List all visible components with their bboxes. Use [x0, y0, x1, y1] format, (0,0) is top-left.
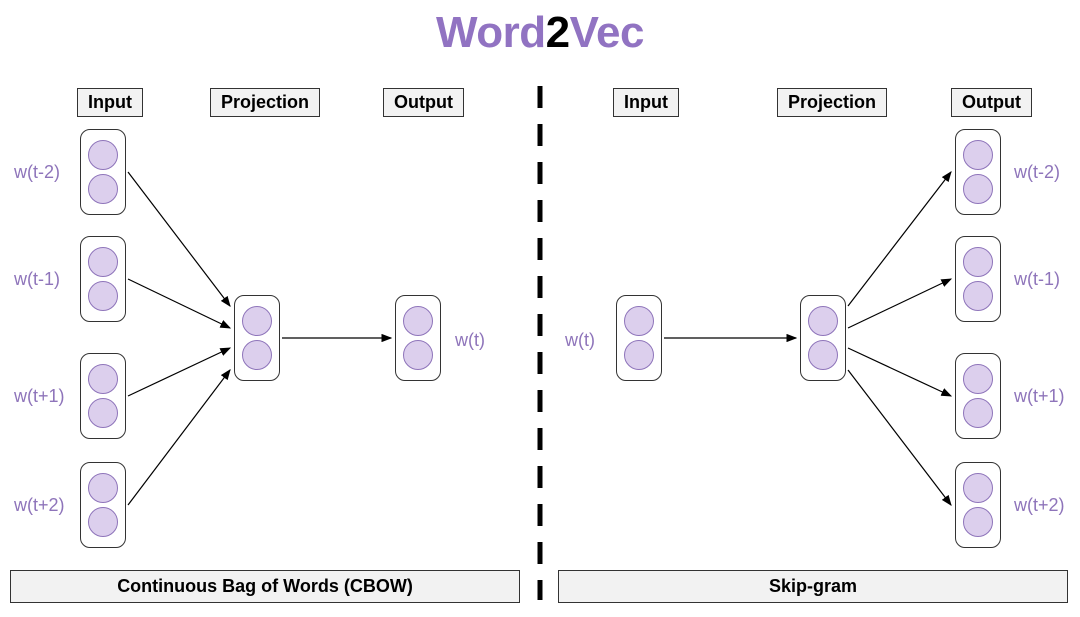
- neuron-icon: [963, 473, 993, 503]
- title-part-1: Word: [436, 8, 546, 57]
- title-part-3: Vec: [570, 8, 644, 57]
- skipgram-input-node: [616, 295, 662, 381]
- skipgram-projection-node: [800, 295, 846, 381]
- neuron-icon: [403, 306, 433, 336]
- neuron-icon: [963, 247, 993, 277]
- neuron-icon: [88, 281, 118, 311]
- skipgram-caption: Skip-gram: [558, 570, 1068, 603]
- neuron-icon: [88, 247, 118, 277]
- skipgram-output-node-0: [955, 129, 1001, 215]
- skipgram-output-label-2: w(t+1): [1014, 386, 1065, 407]
- neuron-icon: [808, 340, 838, 370]
- skipgram-output-node-2: [955, 353, 1001, 439]
- cbow-input-label-0: w(t-2): [14, 162, 60, 183]
- neuron-icon: [624, 306, 654, 336]
- neuron-icon: [963, 398, 993, 428]
- neuron-icon: [242, 340, 272, 370]
- neuron-icon: [88, 140, 118, 170]
- skipgram-output-label-1: w(t-1): [1014, 269, 1060, 290]
- skipgram-header-output: Output: [951, 88, 1032, 117]
- cbow-input-node-1: [80, 236, 126, 322]
- neuron-icon: [963, 174, 993, 204]
- skipgram-header-input: Input: [613, 88, 679, 117]
- cbow-output-node: [395, 295, 441, 381]
- neuron-icon: [963, 364, 993, 394]
- cbow-input-label-2: w(t+1): [14, 386, 65, 407]
- diagram-arrows: [0, 0, 1080, 617]
- cbow-projection-node: [234, 295, 280, 381]
- neuron-icon: [963, 281, 993, 311]
- cbow-header-input: Input: [77, 88, 143, 117]
- skipgram-output-node-3: [955, 462, 1001, 548]
- skipgram-input-label: w(t): [565, 330, 595, 351]
- title-part-2: 2: [546, 8, 570, 57]
- cbow-input-label-1: w(t-1): [14, 269, 60, 290]
- neuron-icon: [963, 140, 993, 170]
- neuron-icon: [403, 340, 433, 370]
- neuron-icon: [242, 306, 272, 336]
- cbow-input-node-0: [80, 129, 126, 215]
- cbow-input-node-2: [80, 353, 126, 439]
- skipgram-output-label-3: w(t+2): [1014, 495, 1065, 516]
- cbow-input-label-3: w(t+2): [14, 495, 65, 516]
- neuron-icon: [88, 174, 118, 204]
- diagram-title: Word2Vec: [0, 8, 1080, 58]
- neuron-icon: [88, 473, 118, 503]
- cbow-output-label: w(t): [455, 330, 485, 351]
- skipgram-output-label-0: w(t-2): [1014, 162, 1060, 183]
- neuron-icon: [808, 306, 838, 336]
- neuron-icon: [88, 364, 118, 394]
- neuron-icon: [963, 507, 993, 537]
- neuron-icon: [624, 340, 654, 370]
- skipgram-header-projection: Projection: [777, 88, 887, 117]
- cbow-header-output: Output: [383, 88, 464, 117]
- neuron-icon: [88, 398, 118, 428]
- neuron-icon: [88, 507, 118, 537]
- cbow-header-projection: Projection: [210, 88, 320, 117]
- cbow-caption: Continuous Bag of Words (CBOW): [10, 570, 520, 603]
- skipgram-output-node-1: [955, 236, 1001, 322]
- cbow-input-node-3: [80, 462, 126, 548]
